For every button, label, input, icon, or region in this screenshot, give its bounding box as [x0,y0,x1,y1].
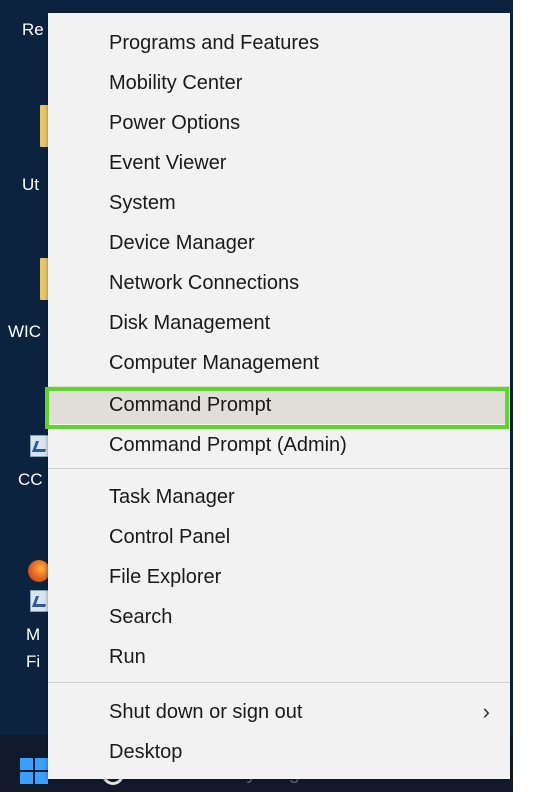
menu-item-programs-and-features[interactable]: Programs and Features [48,24,510,62]
power-user-menu: Programs and Features Mobility Center Po… [48,13,510,779]
menu-item-label: Shut down or sign out [109,701,303,723]
menu-item-desktop[interactable]: Desktop [48,733,510,771]
menu-item-label: Command Prompt [109,394,272,416]
menu-separator [48,682,510,683]
desktop-icon-label: Fi [26,652,41,671]
menu-item-command-prompt-admin[interactable]: Command Prompt (Admin) [48,426,510,464]
menu-item-device-manager[interactable]: Device Manager [48,224,510,262]
menu-item-label: Run [109,646,146,668]
desktop-icon-label: CC [18,470,43,489]
menu-item-mobility-center[interactable]: Mobility Center [48,64,510,102]
menu-item-command-prompt[interactable]: Command Prompt [48,386,510,424]
menu-item-system[interactable]: System [48,184,510,222]
chevron-right-icon: › [482,699,490,724]
menu-item-label: Desktop [109,741,183,763]
menu-item-label: Power Options [109,112,241,134]
desktop-icon-label: WIC [8,322,42,341]
menu-item-label: Search [109,606,173,628]
menu-item-label: Computer Management [109,352,320,374]
desktop-icon-label: Ut [22,175,39,194]
menu-item-label: Programs and Features [109,32,320,54]
menu-item-run[interactable]: Run [48,638,510,676]
menu-item-shut-down-or-sign-out[interactable]: Shut down or sign out › [48,693,510,731]
menu-item-computer-management[interactable]: Computer Management [48,344,510,382]
menu-item-task-manager[interactable]: Task Manager [48,478,510,516]
menu-item-label: Disk Management [109,312,271,334]
menu-item-disk-management[interactable]: Disk Management [48,304,510,342]
menu-item-label: Control Panel [109,526,231,548]
desktop-icon-label: M [26,625,41,644]
menu-item-label: File Explorer [109,566,222,588]
menu-item-power-options[interactable]: Power Options [48,104,510,142]
menu-separator [48,468,510,469]
menu-item-control-panel[interactable]: Control Panel [48,518,510,556]
windows-start-icon[interactable] [20,758,50,786]
menu-item-search[interactable]: Search [48,598,510,636]
firefox-icon[interactable] [28,560,50,582]
desktop-icon-label: Re [22,20,44,39]
menu-item-label: System [109,192,176,214]
menu-item-label: Task Manager [109,486,235,508]
menu-item-file-explorer[interactable]: File Explorer [48,558,510,596]
menu-item-label: Command Prompt (Admin) [109,434,347,456]
image-border [0,792,535,803]
image-border [513,0,535,803]
menu-item-label: Event Viewer [109,152,227,174]
menu-item-label: Mobility Center [109,72,243,94]
menu-item-event-viewer[interactable]: Event Viewer [48,144,510,182]
menu-item-label: Device Manager [109,232,255,254]
menu-item-network-connections[interactable]: Network Connections [48,264,510,302]
menu-item-label: Network Connections [109,272,300,294]
